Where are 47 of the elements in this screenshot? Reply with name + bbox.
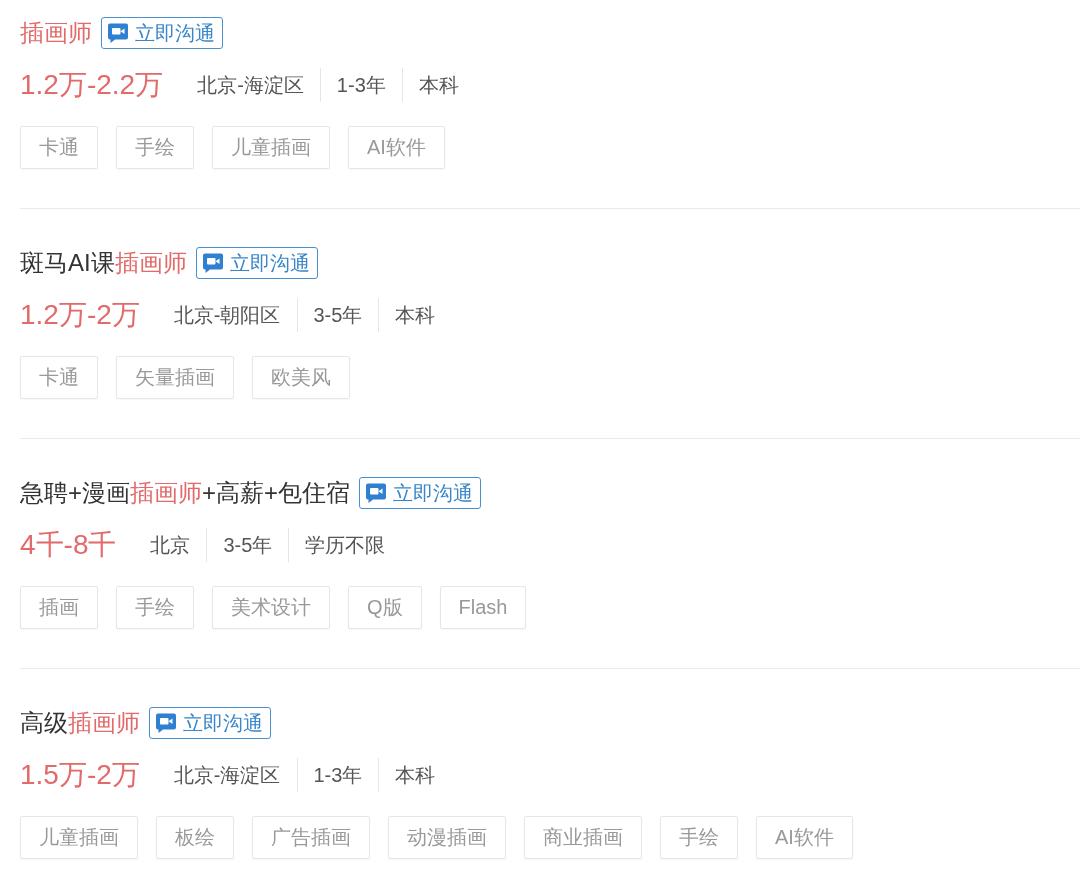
salary-text: 1.2万-2万 bbox=[20, 298, 140, 332]
skill-tag: 儿童插画 bbox=[212, 126, 330, 169]
video-chat-icon bbox=[155, 712, 177, 734]
skill-tag: 手绘 bbox=[116, 126, 194, 169]
skill-tag: 美术设计 bbox=[212, 586, 330, 629]
skill-tag: 卡通 bbox=[20, 126, 98, 169]
location-text: 北京-朝阳区 bbox=[173, 303, 282, 328]
education-text: 本科 bbox=[378, 298, 452, 332]
chat-button[interactable]: 立即沟通 bbox=[195, 247, 318, 279]
video-chat-icon bbox=[107, 22, 129, 44]
location-text: 北京-海淀区 bbox=[173, 763, 282, 788]
experience-text: 3-5年 bbox=[296, 298, 379, 332]
skill-tag: 卡通 bbox=[20, 356, 98, 399]
chat-button[interactable]: 立即沟通 bbox=[101, 17, 223, 49]
experience-text: 1-3年 bbox=[319, 68, 402, 102]
skill-tag: 手绘 bbox=[660, 816, 738, 859]
chat-button[interactable]: 立即沟通 bbox=[149, 707, 271, 739]
skill-tag: 动漫插画 bbox=[388, 816, 506, 859]
education-text: 本科 bbox=[401, 68, 475, 102]
salary-text: 1.2万-2.2万 bbox=[20, 68, 164, 102]
salary-text: 4千-8千 bbox=[20, 528, 117, 562]
skill-tag: 板绘 bbox=[156, 816, 234, 859]
job-title[interactable]: 急聘+漫画插画师+高薪+包住宿 bbox=[20, 477, 351, 509]
skill-tag: 插画 bbox=[20, 586, 98, 629]
location-text: 北京-海淀区 bbox=[197, 73, 305, 98]
skill-tag: 广告插画 bbox=[252, 816, 370, 859]
skill-tag: 儿童插画 bbox=[20, 816, 138, 859]
skill-tag: 商业插画 bbox=[524, 816, 642, 859]
job-title[interactable]: 斑马AI课插画师 bbox=[20, 247, 187, 279]
experience-text: 1-3年 bbox=[296, 758, 379, 792]
location-text: 北京 bbox=[150, 533, 192, 558]
education-text: 学历不限 bbox=[288, 528, 402, 562]
skill-tag: 矢量插画 bbox=[116, 356, 234, 399]
job-title[interactable]: 插画师 bbox=[20, 17, 92, 49]
salary-text: 1.5万-2万 bbox=[20, 758, 140, 792]
video-chat-icon bbox=[201, 252, 224, 274]
skill-tag: AI软件 bbox=[348, 126, 445, 169]
chat-button[interactable]: 立即沟通 bbox=[359, 477, 482, 509]
skill-tag: Flash bbox=[439, 586, 527, 629]
job-title[interactable]: 高级插画师 bbox=[20, 707, 140, 739]
skill-tag: 手绘 bbox=[116, 586, 194, 629]
skill-tag: AI软件 bbox=[756, 816, 853, 859]
skill-tag: 欧美风 bbox=[252, 356, 350, 399]
skill-tag: Q版 bbox=[348, 586, 422, 629]
education-text: 本科 bbox=[378, 758, 452, 792]
experience-text: 3-5年 bbox=[206, 528, 289, 562]
video-chat-icon bbox=[365, 482, 388, 504]
